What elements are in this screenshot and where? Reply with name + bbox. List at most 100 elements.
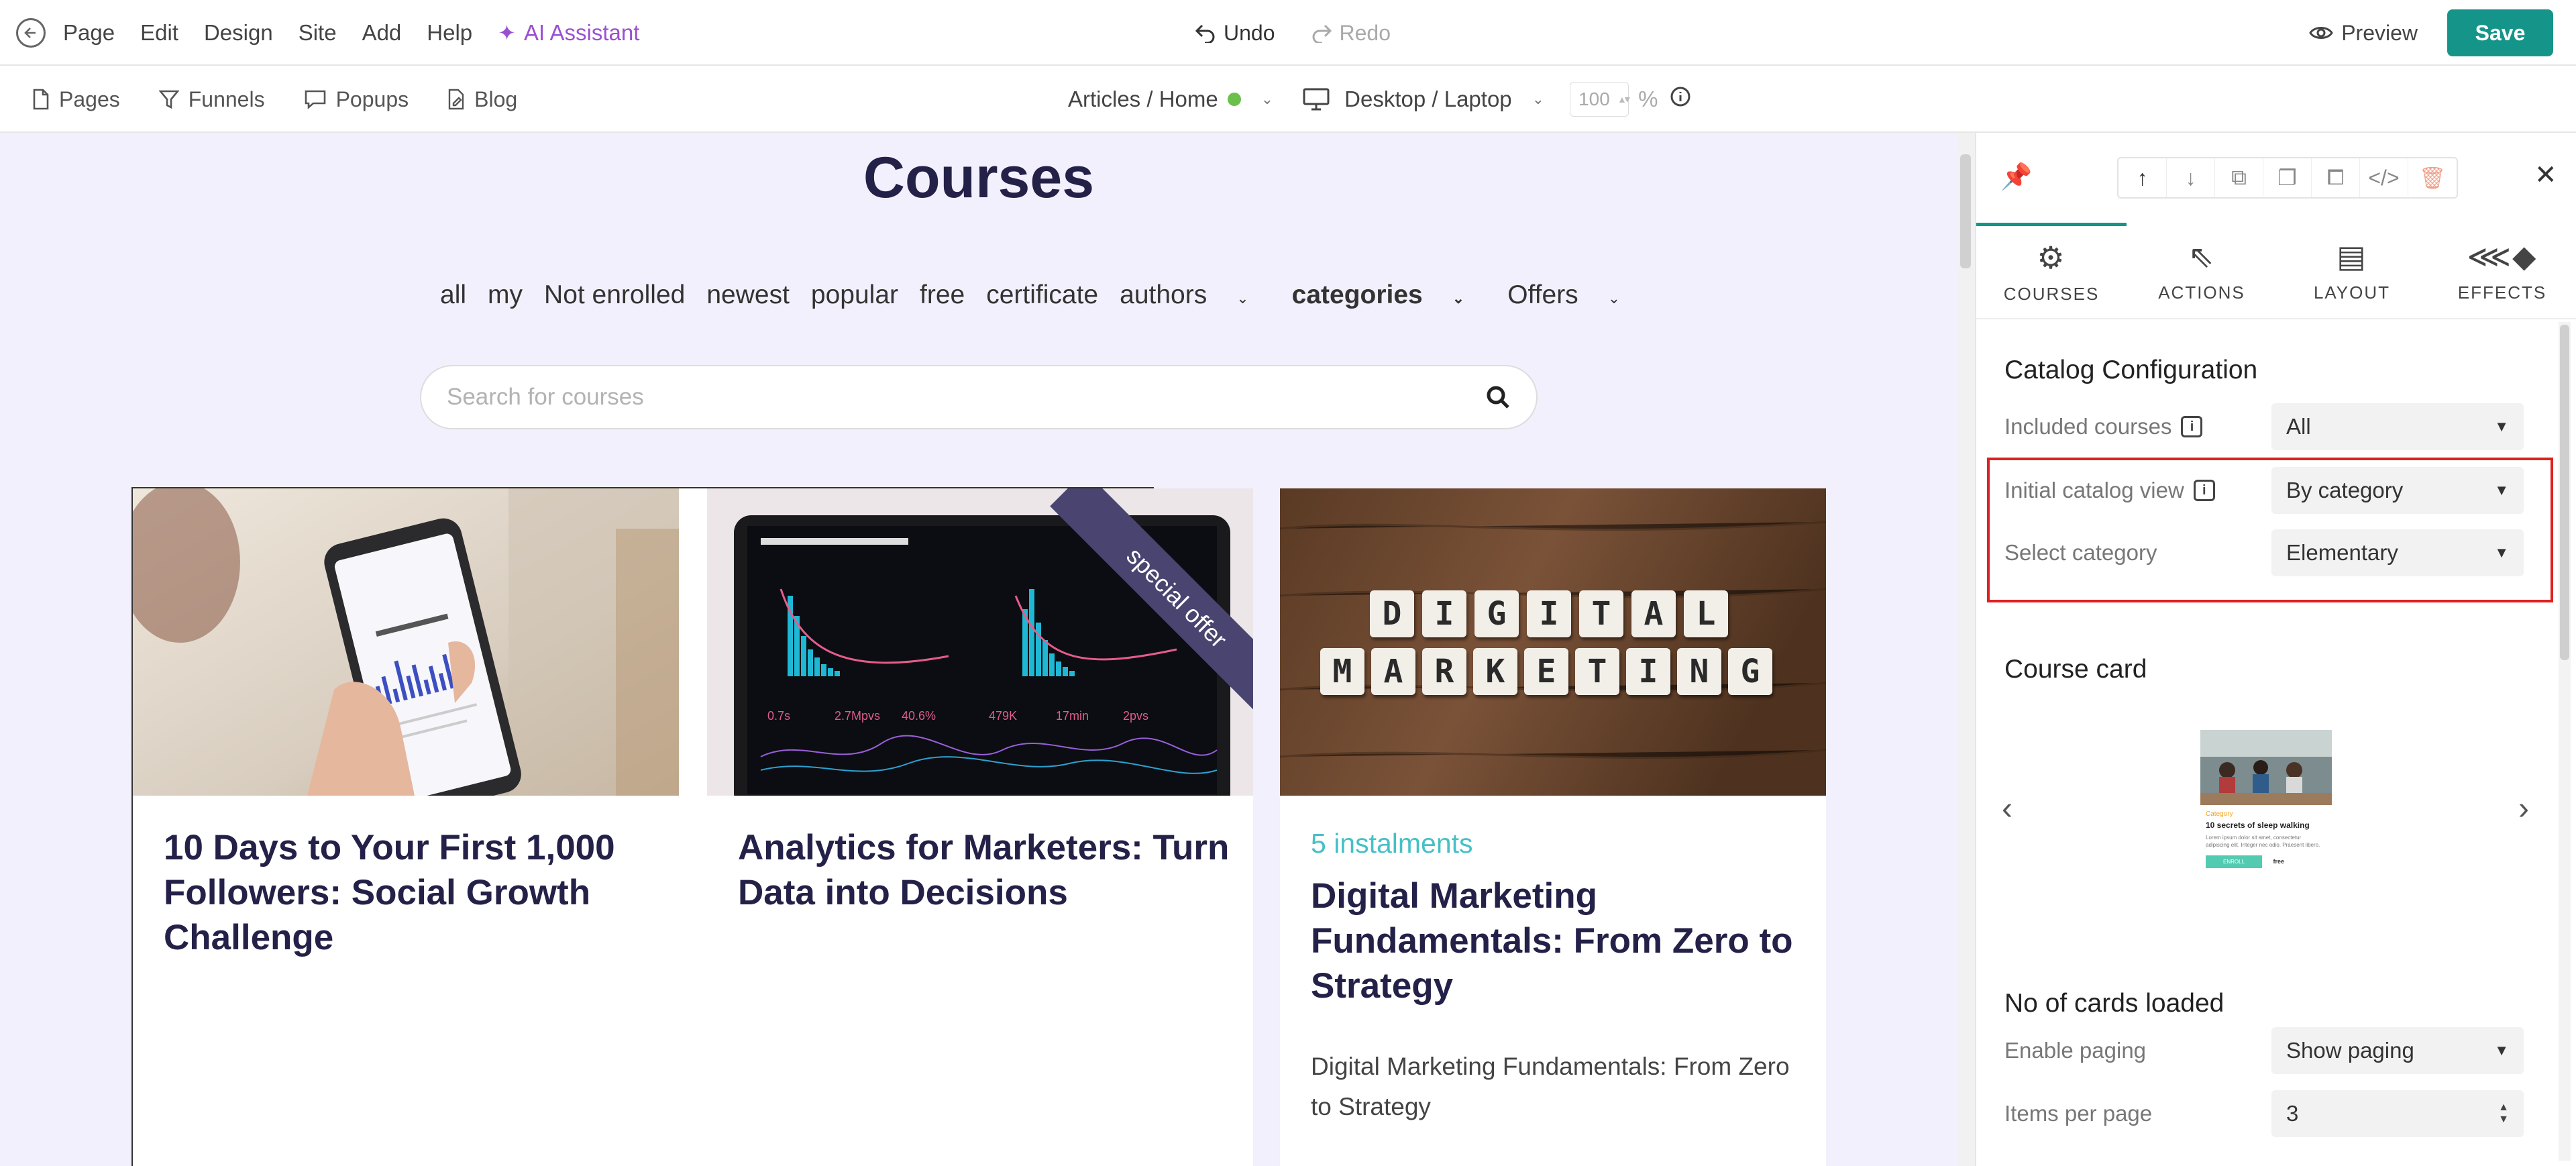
included-courses-label-wrap: Included courses i (2004, 414, 2271, 439)
move-down-button[interactable]: ↓ (2167, 158, 2215, 197)
course-card-template-preview[interactable]: Category 10 secrets of sleep walking Lor… (2200, 730, 2332, 895)
pin-icon[interactable]: 📌 (2000, 162, 2032, 192)
element-actions: ↑ ↓ ⧉ ❐ ⧠ </> 🗑 (2117, 157, 2458, 199)
menu-add[interactable]: Add (362, 20, 402, 46)
filter-my[interactable]: my (488, 280, 523, 310)
included-courses-select[interactable]: All ▼ (2271, 403, 2524, 450)
filter-not-enrolled[interactable]: Not enrolled (544, 280, 685, 310)
paste-icon[interactable]: ⧠ (2312, 158, 2360, 197)
svg-text:2.7Mpvs: 2.7Mpvs (835, 709, 880, 723)
info-icon[interactable]: i (2193, 480, 2215, 501)
letter-tile: L (1684, 590, 1728, 637)
panel-scrollbar-thumb[interactable] (2560, 325, 2569, 660)
canvas-scrollbar[interactable] (1957, 133, 1975, 1166)
tab-actions[interactable]: ⇖ ACTIONS (2127, 223, 2277, 319)
cursor-click-icon: ⇖ (2188, 238, 2216, 274)
move-up-button[interactable]: ↑ (2118, 158, 2167, 197)
enable-paging-row: Enable paging Show paging ▼ (2004, 1026, 2534, 1075)
undo-label: Undo (1224, 20, 1275, 45)
initial-catalog-view-value: By category (2286, 478, 2404, 502)
ai-assistant-button[interactable]: ✦ AI Assistant (498, 20, 639, 46)
pages-button[interactable]: Pages (32, 87, 120, 112)
course-search-bar[interactable]: Search for courses (420, 365, 1538, 429)
filter-popular[interactable]: popular (811, 280, 898, 310)
tab-effects[interactable]: ⋘◆ EFFECTS (2427, 223, 2576, 319)
chevron-down-icon[interactable]: ⌄ (1261, 91, 1273, 108)
zoom-value: 100 (1578, 89, 1610, 109)
device-selector[interactable]: Desktop / Laptop (1344, 87, 1512, 112)
copy-icon[interactable]: ❐ (2263, 158, 2312, 197)
panel-toolbar: 📌 ↑ ↓ ⧉ ❐ ⧠ </> 🗑 ✕ (1976, 133, 2576, 223)
search-icon[interactable] (1485, 384, 1511, 410)
digital-marketing-tiles-photo: DIGITAL MARKETING (1280, 488, 1826, 796)
canvas-scrollbar-thumb[interactable] (1960, 154, 1971, 268)
tile-row-digital: DIGITAL (1370, 590, 1728, 637)
menu-design[interactable]: Design (204, 20, 273, 46)
menu-help[interactable]: Help (427, 20, 472, 46)
course-card[interactable]: DIGITAL MARKETING 5 instalments Digital … (1280, 488, 1826, 1166)
course-card[interactable]: 0.7s 2.7Mpvs 40.6% 479K 17min 2pvs speci… (707, 488, 1253, 1166)
filter-newest[interactable]: newest (706, 280, 790, 310)
course-card-title[interactable]: Digital Marketing Fundamentals: From Zer… (1311, 873, 1807, 1008)
popups-button[interactable]: Popups (304, 87, 409, 112)
filter-categories-label: categories (1291, 280, 1423, 309)
chevron-down-icon[interactable]: ⌄ (1532, 91, 1544, 108)
chevron-left-icon[interactable]: ‹ (2002, 790, 2012, 827)
included-courses-row: Included courses i All ▼ (2004, 403, 2534, 451)
enable-paging-select[interactable]: Show paging ▼ (2271, 1027, 2524, 1074)
letter-tile: T (1579, 590, 1623, 637)
undo-icon (1195, 24, 1215, 43)
chevron-right-icon[interactable]: › (2518, 790, 2529, 827)
filter-categories[interactable]: categories ⌄ (1292, 280, 1487, 310)
filter-offers[interactable]: Offers ⌄ (1507, 280, 1642, 310)
filter-free[interactable]: free (920, 280, 965, 310)
save-button[interactable]: Save (2447, 9, 2553, 56)
info-icon[interactable]: i (2181, 416, 2203, 437)
course-card-title[interactable]: Analytics for Marketers: Turn Data into … (738, 825, 1234, 915)
stepper-arrows-icon[interactable]: ▴▾ (1619, 93, 1630, 106)
classroom-photo (2200, 730, 2332, 805)
page-canvas: Courses all my Not enrolled newest popul… (0, 133, 1957, 1166)
select-category-row: Select category Elementary ▼ (2004, 529, 2534, 577)
svg-text:479K: 479K (989, 709, 1017, 723)
blog-button[interactable]: Blog (447, 87, 517, 112)
caret-down-icon: ▼ (2494, 544, 2509, 561)
zoom-input[interactable]: 100 ▴▾ (1570, 82, 1630, 117)
redo-button[interactable]: Redo (1310, 21, 1391, 46)
preview-button[interactable]: Preview (2309, 21, 2418, 46)
zoom-unit: % (1638, 87, 1658, 111)
filter-certificate[interactable]: certificate (986, 280, 1098, 310)
stepper-arrows-icon[interactable]: ▲ ▼ (2498, 1102, 2509, 1126)
filter-authors[interactable]: authors ⌄ (1120, 280, 1271, 310)
letter-tile: A (1631, 590, 1676, 637)
course-card-title[interactable]: 10 Days to Your First 1,000 Followers: S… (164, 825, 660, 960)
back-button[interactable] (16, 18, 46, 48)
trash-icon[interactable]: 🗑 (2408, 158, 2457, 197)
duplicate-icon[interactable]: ⧉ (2215, 158, 2263, 197)
page-icon (33, 89, 49, 110)
tab-courses[interactable]: ⚙ COURSES (1976, 223, 2127, 319)
tile-row-marketing: MARKETING (1320, 648, 1772, 695)
code-icon[interactable]: </> (2360, 158, 2408, 197)
close-icon[interactable]: ✕ (2534, 160, 2557, 191)
initial-catalog-view-select[interactable]: By category ▼ (2271, 467, 2524, 514)
initial-catalog-view-row: Initial catalog view i By category ▼ (2004, 466, 2534, 515)
letter-tile: M (1320, 648, 1364, 695)
included-courses-value: All (2286, 414, 2311, 439)
undo-button[interactable]: Undo (1194, 21, 1275, 46)
filter-all[interactable]: all (440, 280, 466, 310)
search-input[interactable]: Search for courses (447, 384, 1485, 411)
secondary-toolbar: Pages Funnels Popups Blog Articles / Hom… (0, 66, 2576, 133)
course-card[interactable]: 10 Days to Your First 1,000 Followers: S… (133, 488, 679, 1166)
menu-edit[interactable]: Edit (140, 20, 178, 46)
menu-page[interactable]: Page (63, 20, 115, 46)
page-selector[interactable]: Articles / Home (1068, 87, 1218, 112)
select-category-select[interactable]: Elementary ▼ (2271, 529, 2524, 576)
items-per-page-stepper[interactable]: 3 ▲ ▼ (2271, 1090, 2524, 1137)
menu-site[interactable]: Site (299, 20, 337, 46)
tab-layout[interactable]: ▤ LAYOUT (2277, 223, 2427, 319)
info-icon[interactable] (1670, 86, 1691, 113)
sparkle-icon: ✦ (498, 21, 516, 45)
funnels-button[interactable]: Funnels (158, 87, 265, 112)
letter-tile: G (1474, 590, 1519, 637)
